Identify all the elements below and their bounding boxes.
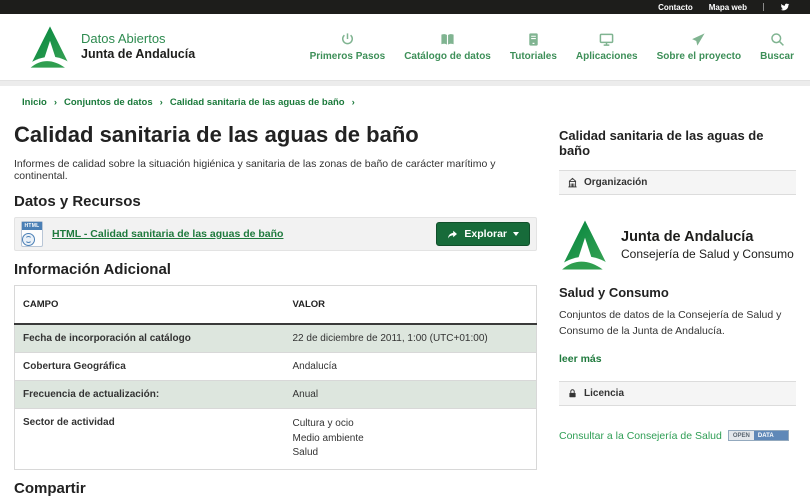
open-data-badge-open: OPEN bbox=[728, 431, 754, 441]
explorar-button[interactable]: Explorar bbox=[436, 222, 530, 246]
book-icon bbox=[441, 34, 454, 45]
nav-primeros-pasos[interactable]: Primeros Pasos bbox=[309, 32, 386, 62]
site-header: Datos Abiertos Junta de Andalucía Primer… bbox=[0, 14, 810, 80]
breadcrumb-inicio[interactable]: Inicio bbox=[22, 97, 47, 108]
column-header-valor: VALOR bbox=[284, 285, 537, 325]
column-header-campo: CAMPO bbox=[14, 285, 285, 325]
brand-line2: Junta de Andalucía bbox=[81, 47, 196, 62]
resource-row: HTML HTML - Calidad sanitaria de las agu… bbox=[14, 217, 537, 251]
sidebar: Calidad sanitaria de las aguas de baño O… bbox=[559, 112, 796, 497]
nav-aplicaciones[interactable]: Aplicaciones bbox=[576, 32, 638, 62]
breadcrumb: Inicio › Conjuntos de datos › Calidad sa… bbox=[0, 86, 810, 112]
valor-line: Cultura y ocio bbox=[292, 418, 354, 429]
page-title: Calidad sanitaria de las aguas de baño bbox=[14, 122, 419, 147]
monitor-icon bbox=[599, 33, 614, 46]
top-utility-bar: Contacto Mapa web bbox=[0, 0, 810, 14]
nav-label: Primeros Pasos bbox=[309, 51, 386, 62]
valor-cell: Cultura y ocio Medio ambiente Salud bbox=[284, 408, 537, 469]
org-logo-line1: Junta de Andalucía bbox=[621, 228, 754, 245]
dataset-description: Informes de calidad sobre la situación h… bbox=[14, 158, 496, 182]
valor-cell: 22 de diciembre de 2011, 1:00 (UTC+01:00… bbox=[284, 323, 537, 353]
organizacion-section-header: Organización bbox=[559, 170, 796, 195]
explorar-label: Explorar bbox=[464, 228, 507, 240]
resource-link[interactable]: HTML - Calidad sanitaria de las aguas de… bbox=[52, 228, 283, 240]
table-row: Frecuencia de actualización: Anual bbox=[14, 380, 537, 409]
license-row: Consultar a la Consejería de Salud OPEN … bbox=[559, 430, 796, 442]
datos-y-recursos-heading: Datos y Recursos bbox=[14, 193, 141, 210]
table-row: Sector de actividad Cultura y ocio Medio… bbox=[14, 408, 537, 469]
caret-down-icon bbox=[513, 232, 519, 236]
junta-andalucia-a-logo bbox=[560, 220, 610, 270]
organization-name: Salud y Consumo bbox=[559, 285, 669, 300]
organizacion-label: Organización bbox=[584, 177, 648, 188]
chevron-right-icon: › bbox=[159, 97, 163, 108]
power-icon bbox=[341, 33, 353, 45]
organization-description: Conjuntos de datos de la Consejería de S… bbox=[559, 309, 782, 338]
nav-buscar[interactable]: Buscar bbox=[760, 32, 794, 62]
table-row: Cobertura Geográfica Andalucía bbox=[14, 352, 537, 381]
content-area: Calidad sanitaria de las aguas de baño I… bbox=[0, 112, 810, 497]
nav-label: Buscar bbox=[760, 51, 794, 62]
nav-label: Tutoriales bbox=[509, 51, 557, 62]
breadcrumb-current-page[interactable]: Calidad sanitaria de las aguas de baño bbox=[170, 97, 345, 108]
lock-icon bbox=[569, 388, 576, 397]
chevron-right-icon: › bbox=[53, 97, 57, 108]
brand-text: Datos Abiertos Junta de Andalucía bbox=[81, 31, 195, 63]
twitter-icon[interactable] bbox=[780, 2, 790, 12]
brand[interactable]: Datos Abiertos Junta de Andalucía bbox=[28, 25, 195, 69]
valor-line: Medio ambiente bbox=[292, 432, 364, 444]
org-logo-text: Junta de Andalucía Consejería de Salud y… bbox=[621, 228, 794, 262]
campo-cell: Sector de actividad bbox=[14, 408, 285, 469]
nav-sobre-el-proyecto[interactable]: Sobre el proyecto bbox=[657, 32, 741, 62]
license-link[interactable]: Consultar a la Consejería de Salud bbox=[559, 430, 722, 442]
nav-label: Catálogo de datos bbox=[404, 51, 491, 62]
licencia-label: Licencia bbox=[584, 387, 625, 399]
valor-line: Salud bbox=[292, 447, 319, 458]
main-column: Calidad sanitaria de las aguas de baño I… bbox=[14, 112, 537, 497]
compartir-heading: Compartir bbox=[14, 479, 86, 497]
table-row: Fecha de incorporación al catálogo 22 de… bbox=[14, 323, 537, 353]
reader-icon bbox=[529, 33, 538, 46]
brand-line1: Datos Abiertos bbox=[81, 31, 166, 47]
nav-label: Aplicaciones bbox=[575, 51, 638, 62]
contacto-link[interactable]: Contacto bbox=[658, 3, 693, 12]
nav-catalogo-de-datos[interactable]: Catálogo de datos bbox=[404, 32, 491, 62]
building-icon bbox=[568, 177, 577, 188]
campo-cell: Frecuencia de actualización: bbox=[14, 380, 285, 409]
breadcrumb-conjuntos-de-datos[interactable]: Conjuntos de datos bbox=[64, 97, 153, 108]
campo-cell: Cobertura Geográfica bbox=[14, 352, 285, 381]
sidebar-dataset-title: Calidad sanitaria de las aguas de baño bbox=[559, 128, 764, 158]
table-header-row: CAMPO VALOR bbox=[14, 285, 537, 325]
html-file-icon: HTML bbox=[21, 221, 43, 247]
nav-tutoriales[interactable]: Tutoriales bbox=[510, 32, 557, 62]
leer-mas-link[interactable]: leer más bbox=[559, 353, 602, 365]
main-nav: Primeros Pasos Catálogo de datos Tutoria… bbox=[310, 32, 794, 62]
informacion-adicional-heading: Información Adicional bbox=[14, 261, 171, 278]
valor-cell: Anual bbox=[284, 380, 537, 409]
additional-info-table: CAMPO VALOR Fecha de incorporación al ca… bbox=[14, 285, 537, 470]
organization-logo-block[interactable]: Junta de Andalucía Consejería de Salud y… bbox=[559, 219, 796, 271]
open-data-badge-data: DATA bbox=[753, 431, 788, 441]
open-data-badge[interactable]: OPEN DATA bbox=[727, 430, 789, 442]
licencia-section-header: Licencia bbox=[559, 380, 796, 406]
valor-cell: Andalucía bbox=[284, 352, 537, 381]
campo-cell: Fecha de incorporación al catálogo bbox=[14, 323, 285, 353]
topbar-divider bbox=[763, 3, 764, 11]
nav-label: Sobre el proyecto bbox=[656, 51, 742, 62]
chevron-right-icon: › bbox=[351, 97, 355, 108]
org-logo-line2: Consejería de Salud y Consumo bbox=[621, 246, 794, 261]
share-arrow-icon bbox=[448, 230, 458, 238]
mapa-web-link[interactable]: Mapa web bbox=[709, 3, 747, 12]
search-icon bbox=[770, 33, 784, 46]
send-icon bbox=[692, 33, 705, 46]
junta-andalucia-a-logo bbox=[28, 26, 72, 69]
